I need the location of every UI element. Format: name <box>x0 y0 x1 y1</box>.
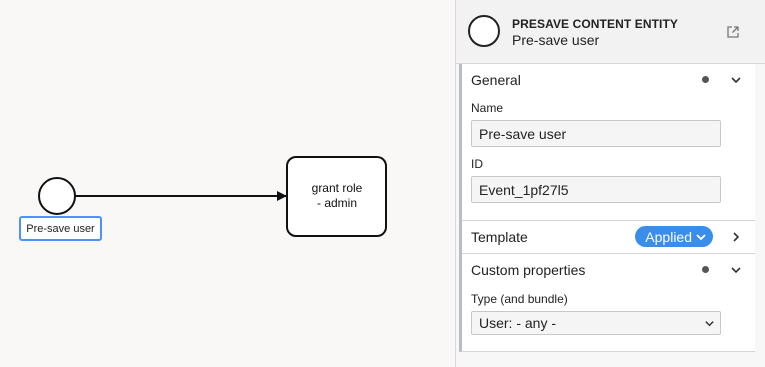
start-event[interactable] <box>38 177 76 215</box>
template-applied-badge[interactable]: Applied <box>635 226 713 247</box>
chevron-down-icon[interactable] <box>729 263 743 277</box>
chevron-down-icon[interactable] <box>729 73 743 87</box>
name-input[interactable] <box>471 120 721 147</box>
name-label: Name <box>471 101 504 115</box>
properties-panel: PRESAVE CONTENT ENTITY Pre-save user Gen… <box>455 0 765 367</box>
chevron-down-icon <box>705 321 714 327</box>
group-general-dot-icon <box>702 76 709 83</box>
group-template-title: Template <box>471 229 528 245</box>
diagram-svg <box>38 156 387 237</box>
task-label-line2: - admin <box>316 196 357 210</box>
task-label: grant role - admin <box>288 181 386 211</box>
start-event-icon <box>468 15 500 47</box>
element-type: PRESAVE CONTENT ENTITY <box>512 17 678 31</box>
chevron-right-icon[interactable] <box>729 230 743 244</box>
task-label-line1: grant role <box>311 181 363 195</box>
id-label: ID <box>471 157 483 171</box>
type-select[interactable]: User: - any - <box>471 311 721 335</box>
type-label: Type (and bundle) <box>471 292 568 306</box>
type-select-value: User: - any - <box>479 315 557 331</box>
group-general-title: General <box>471 72 521 88</box>
id-input[interactable] <box>471 176 721 203</box>
group-custom-properties-title: Custom properties <box>471 262 586 278</box>
start-event-label[interactable]: Pre-save user <box>19 216 102 241</box>
element-name: Pre-save user <box>512 32 600 48</box>
chevron-down-icon <box>696 233 706 240</box>
applied-badge-label: Applied <box>645 228 692 245</box>
panel-header: PRESAVE CONTENT ENTITY Pre-save user <box>456 0 765 64</box>
group-custom-properties-dot-icon <box>702 266 709 273</box>
panel-body: General Name ID Template Applied C <box>459 64 755 352</box>
bpmn-canvas[interactable]: Pre-save user grant role - admin <box>0 0 455 367</box>
group-custom-properties-header[interactable]: Custom properties <box>462 254 755 286</box>
external-link-icon[interactable] <box>726 25 740 39</box>
group-general-header[interactable]: General <box>462 64 755 96</box>
